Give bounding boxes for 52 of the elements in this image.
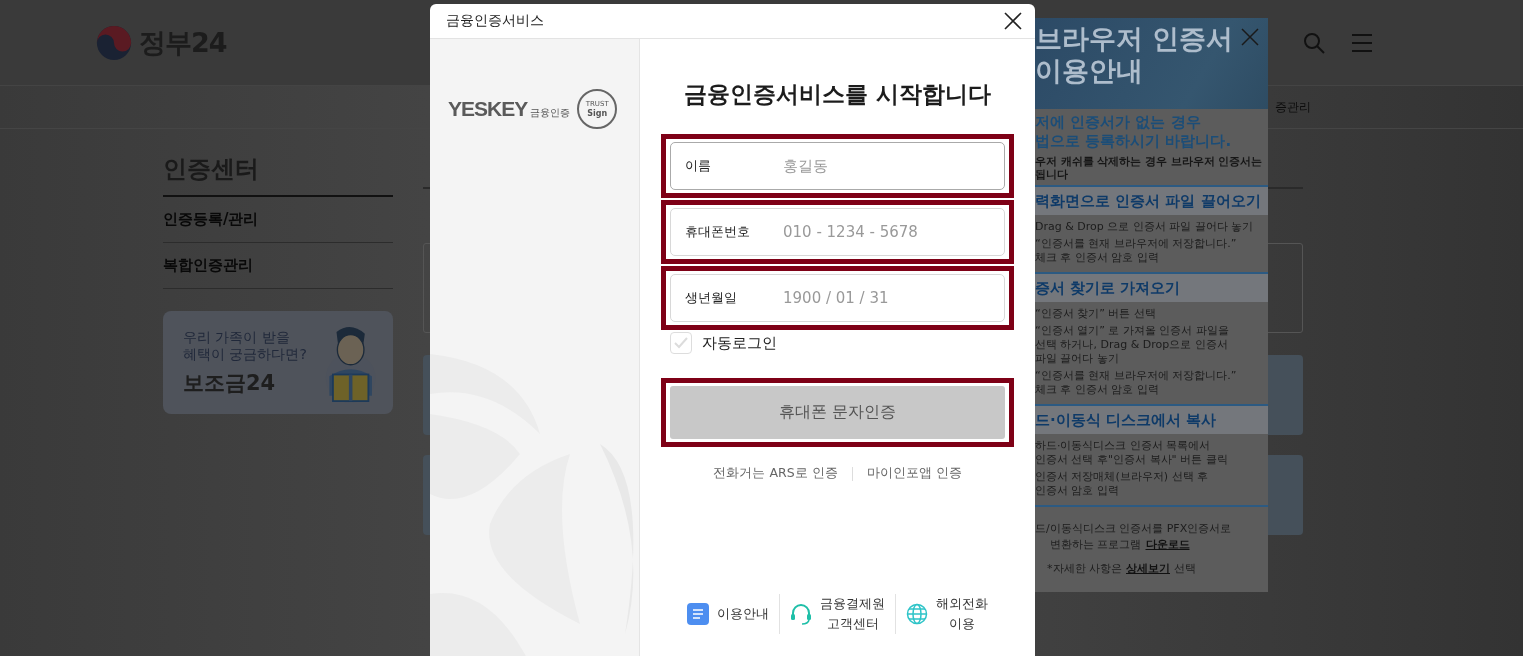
input-field[interactable]: 생년월일 1900 / 01 / 31 — [670, 274, 1005, 322]
field-label: 휴대폰번호 — [685, 223, 751, 241]
guide-step-text: 인증서 저장매체(브라우저) 선택 후 — [1035, 470, 1210, 484]
alt-auth-link[interactable]: 마이인포앱 인증 — [866, 465, 962, 482]
alt-auth-link[interactable]: 전화거는 ARS로 인증 — [713, 465, 838, 482]
guide-footer-text: 변환하는 프로그램 — [1050, 537, 1142, 553]
footer-link[interactable]: 금융결제원 — [820, 594, 885, 614]
guide-step-text: 선택 하거나, Drag & Drop으로 인증서 — [1035, 338, 1229, 352]
guide-intro-text: 저에 인증서가 없는 경우 — [1035, 113, 1202, 132]
close-icon[interactable] — [1004, 12, 1022, 30]
guide-step-text: 파일 끌어다 놓기 — [1035, 352, 1120, 366]
guide-footer-text: *자세한 사항은 — [1047, 561, 1122, 577]
guide-note-text: 우저 캐쉬를 삭제하는 경우 브라우저 인증서는 — [1035, 155, 1264, 168]
globe-icon[interactable] — [906, 603, 928, 625]
footer-link[interactable]: 이용 — [936, 614, 988, 634]
checkbox-label[interactable]: 자동로그인 — [702, 333, 777, 353]
footer-link[interactable]: 고객센터 — [820, 614, 885, 634]
guide-step-text: “인증서 찾기” 버튼 선택 — [1035, 307, 1157, 321]
field-label: 생년월일 — [685, 289, 738, 307]
guide-step-text: Drag & Drop 으로 인증서 파일 끌어다 놓기 — [1035, 220, 1255, 234]
guide-footer-text: 드/이동식디스크 인증서를 PFX인증서로 — [1035, 521, 1233, 537]
guide-section-heading: 력화면으로 인증서 파일 끌어오기 — [1035, 187, 1268, 215]
check-icon — [674, 337, 688, 349]
checkbox[interactable] — [670, 332, 692, 354]
taegeuk-logo-icon — [95, 23, 133, 62]
dialog-heading: 금융인증서비스를 시작합니다 — [684, 80, 991, 109]
guide-step-text: “인증서 열기” 로 가져올 인증서 파일을 — [1035, 324, 1230, 338]
guide-note-text: 됩니다 — [1035, 168, 1069, 181]
guide-title: 이용안내 — [1035, 55, 1143, 87]
text-input[interactable]: 010 - 1234 - 5678 — [781, 222, 985, 242]
document-icon[interactable] — [687, 603, 709, 625]
guide-footer-text: 선택 — [1174, 561, 1196, 577]
guide-title: 브라우저 인증서 — [1035, 23, 1234, 55]
menu-icon[interactable] — [1351, 32, 1373, 53]
guide-step-text: 하드·이동식디스크 인증서 목록에서 — [1035, 439, 1212, 453]
text-input[interactable]: 1900 / 01 / 31 — [781, 288, 985, 308]
guide-section-heading: 드·이동식 디스크에서 복사 — [1035, 406, 1268, 434]
input-field[interactable]: 이름 홍길동 — [670, 142, 1005, 190]
input-field[interactable]: 휴대폰번호 010 - 1234 - 5678 — [670, 208, 1005, 256]
brand-logo-text: YESKEY — [448, 97, 528, 121]
guide-section-heading: 증서 찾기로 가져오기 — [1035, 274, 1268, 302]
dialog-title: 금융인증서비스 — [446, 12, 544, 30]
brand-logo-subtext: 금융인증 — [530, 106, 571, 120]
footer-link[interactable]: 이용안내 — [717, 604, 769, 624]
search-icon[interactable] — [1302, 30, 1326, 55]
headset-icon[interactable] — [790, 603, 812, 625]
guide-intro-text: 법으로 등록하시기 바랍니다. — [1035, 132, 1233, 151]
text-input[interactable]: 홍길동 — [781, 156, 985, 176]
guide-step-text: 인증서 선택 후"인증서 복사" 버튼 클릭 — [1035, 453, 1229, 467]
field-label: 이름 — [685, 157, 712, 175]
promo-brand: 보조금24 — [183, 369, 277, 397]
footer-link[interactable]: 해외전화 — [936, 594, 988, 614]
